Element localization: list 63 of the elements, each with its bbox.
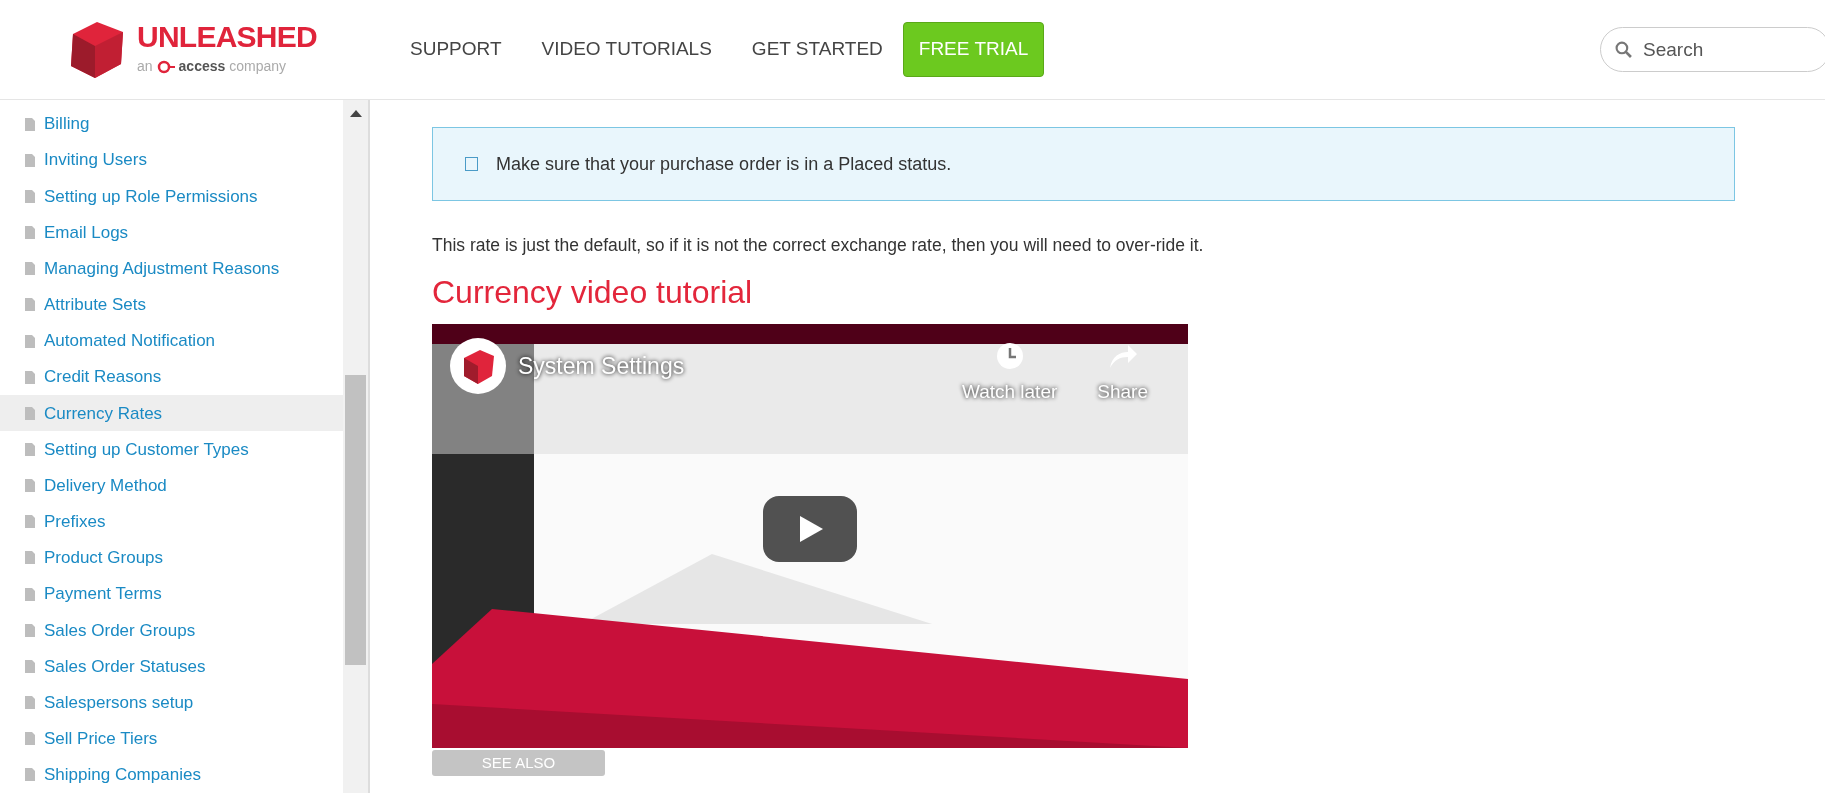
video-player[interactable]: System Settings Watch later Share	[432, 324, 1188, 749]
tagline-text: company	[229, 57, 287, 76]
sidebar-item[interactable]: Setting up Customer Types	[0, 431, 343, 468]
document-icon	[25, 406, 35, 420]
sidebar-item[interactable]: Managing Adjustment Reasons	[0, 250, 343, 287]
document-icon	[25, 587, 35, 601]
section-heading: Currency video tutorial	[432, 273, 754, 313]
sidebar-item[interactable]: Automated Notification	[0, 322, 343, 360]
document-icon	[25, 117, 35, 131]
ring-logo-icon	[156, 59, 175, 74]
sidebar-item[interactable]: Sales Order Groups	[0, 612, 343, 649]
body-paragraph: This rate is just the default, so if it is not the correct exchange rate, then you will need to over-ride it.	[432, 234, 1205, 257]
sidebar-item[interactable]: Delivery Method	[0, 467, 343, 504]
document-icon	[25, 370, 35, 384]
scrollbar[interactable]	[343, 100, 368, 793]
nav-link[interactable]: VIDEO TUTORIALS	[541, 35, 712, 64]
callout-text: Make sure that your purchase order is in a Placed status.	[496, 152, 952, 176]
document-icon	[25, 262, 35, 276]
document-icon	[25, 515, 35, 529]
brand-name: UNLEASHED	[137, 22, 317, 52]
document-icon	[25, 551, 35, 565]
document-icon	[25, 732, 35, 746]
checkbox[interactable]	[465, 157, 478, 171]
document-icon	[25, 479, 35, 493]
sidebar-item[interactable]: Email Logs	[0, 214, 343, 251]
sidebar-item[interactable]: Product Groups	[0, 539, 343, 577]
sidebar-item[interactable]: Setting up Role Permissions	[0, 178, 343, 215]
scroll-up-icon	[349, 110, 362, 117]
sidebar-item[interactable]: Inviting Users	[0, 142, 343, 179]
sidebar-item[interactable]: Credit Reasons	[0, 359, 343, 396]
sidebar-item[interactable]: Currency Rates	[0, 395, 343, 432]
tagline-brand: access	[178, 57, 226, 76]
sidebar-item[interactable]: Sales Order Statuses	[0, 648, 343, 685]
sidebar-item[interactable]: Attribute Sets	[0, 286, 343, 323]
play-button-icon[interactable]	[763, 496, 857, 563]
document-icon	[25, 659, 35, 673]
sidebar-item[interactable]: Prefixes	[0, 503, 343, 540]
sidebar-item[interactable]: Shipping Companies	[0, 756, 343, 793]
sidebar-item[interactable]: Salespersons setup	[0, 684, 343, 721]
watch-later-button[interactable]: Watch later	[961, 342, 1058, 407]
document-icon	[25, 334, 35, 348]
document-icon	[25, 696, 35, 710]
free-trial-button[interactable]: FREE TRIAL	[902, 22, 1045, 77]
document-icon	[25, 623, 35, 637]
sidebar-item[interactable]: Payment Terms	[0, 576, 343, 613]
document-icon	[25, 443, 35, 456]
clock-icon	[995, 342, 1024, 371]
video-title[interactable]: System Settings	[518, 349, 685, 384]
document-icon	[25, 226, 35, 240]
tagline-text: an	[137, 57, 153, 76]
nav-link[interactable]: GET STARTED	[751, 35, 883, 64]
document-icon	[25, 189, 35, 203]
share-button[interactable]: Share	[1097, 342, 1148, 407]
sidebar-item[interactable]: Billing	[0, 106, 343, 143]
scroll-thumb[interactable]	[345, 375, 366, 665]
document-icon	[25, 768, 35, 782]
document-icon	[25, 298, 35, 312]
channel-avatar-icon[interactable]	[450, 338, 506, 395]
sidebar-item[interactable]: Sell Price Tiers	[0, 720, 343, 757]
document-icon	[25, 153, 35, 167]
search-field[interactable]: Search	[1600, 27, 1825, 72]
nav-link[interactable]: SUPPORT	[410, 35, 502, 64]
search-icon	[1615, 41, 1632, 58]
